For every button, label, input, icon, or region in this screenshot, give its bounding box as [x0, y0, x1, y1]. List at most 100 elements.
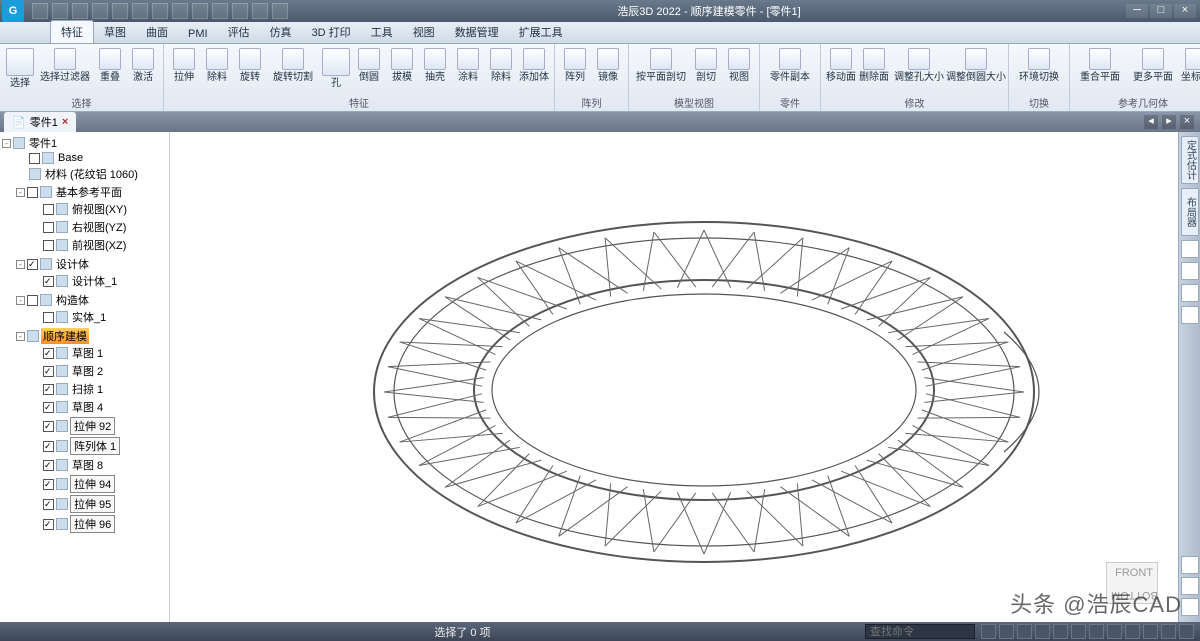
ribbon-button-孔[interactable]: 孔 — [320, 46, 352, 91]
tree-row[interactable]: -构造体 — [16, 292, 167, 308]
status-icon-1[interactable] — [981, 624, 996, 639]
tree-row[interactable]: 拉伸 92 — [30, 417, 167, 435]
tree-row[interactable]: 拉伸 95 — [30, 495, 167, 513]
checkbox[interactable] — [43, 312, 54, 323]
checkbox[interactable] — [43, 222, 54, 233]
checkbox[interactable] — [43, 421, 54, 432]
checkbox[interactable] — [27, 295, 38, 306]
tree-row[interactable]: -零件1 — [2, 135, 167, 151]
tree-row[interactable]: 右视图(YZ) — [30, 219, 167, 235]
checkbox[interactable] — [43, 519, 54, 530]
tree-row[interactable]: 前视图(XZ) — [30, 237, 167, 253]
expand-icon[interactable]: - — [16, 332, 25, 341]
ribbon-button-旋转切割[interactable]: 旋转切割 — [267, 46, 319, 85]
ribbon-button-旋转[interactable]: 旋转 — [234, 46, 266, 85]
status-icon-12[interactable] — [1179, 624, 1194, 639]
status-icon-5[interactable] — [1053, 624, 1068, 639]
checkbox[interactable] — [43, 499, 54, 510]
viewcube-front[interactable]: FRONT — [1115, 567, 1153, 579]
checkbox[interactable] — [27, 259, 38, 270]
qat-btn6-icon[interactable] — [132, 3, 148, 19]
maximize-button[interactable]: □ — [1150, 4, 1172, 18]
dock-lower-icon[interactable] — [1181, 577, 1199, 595]
checkbox[interactable] — [43, 366, 54, 377]
checkbox[interactable] — [43, 204, 54, 215]
checkbox[interactable] — [43, 276, 54, 287]
checkbox[interactable] — [43, 460, 54, 471]
tree-row[interactable]: 材料 (花纹铝 1060) — [16, 166, 167, 182]
tree-row[interactable]: -基本参考平面 — [16, 184, 167, 200]
tree-row[interactable]: 草图 8 — [30, 457, 167, 473]
doc-tool-right-icon[interactable]: ▸ — [1162, 115, 1176, 129]
expand-icon[interactable]: - — [16, 260, 25, 269]
dock-button-4[interactable] — [1181, 284, 1199, 302]
status-icon-3[interactable] — [1017, 624, 1032, 639]
app-logo-icon[interactable]: G — [2, 0, 24, 22]
tree-row[interactable]: 草图 4 — [30, 399, 167, 415]
expand-icon[interactable]: - — [2, 139, 11, 148]
dock-button-5[interactable] — [1181, 306, 1199, 324]
ribbon-button-镜像[interactable]: 镜像 — [592, 46, 624, 85]
qat-btn7-icon[interactable] — [152, 3, 168, 19]
checkbox[interactable] — [43, 348, 54, 359]
qat-undo-icon[interactable] — [52, 3, 68, 19]
qat-btn10-icon[interactable] — [212, 3, 228, 19]
ribbon-button-删除面[interactable]: 删除面 — [858, 46, 890, 85]
status-icon-4[interactable] — [1035, 624, 1050, 639]
ribbon-tab-仿真[interactable]: 仿真 — [260, 21, 302, 43]
ribbon-button-倒圆[interactable]: 倒圆 — [353, 46, 385, 85]
ribbon-button-选择过滤器[interactable]: 选择过滤器 — [37, 46, 93, 85]
doc-tool-left-icon[interactable]: ◂ — [1144, 115, 1158, 129]
status-icon-2[interactable] — [999, 624, 1014, 639]
qat-btn11-icon[interactable] — [232, 3, 248, 19]
qat-btn12-icon[interactable] — [252, 3, 268, 19]
qat-btn9-icon[interactable] — [192, 3, 208, 19]
ribbon-tab-评估[interactable]: 评估 — [218, 21, 260, 43]
tree-row[interactable]: Base — [16, 152, 167, 164]
dock-button-0[interactable]: 定式估计 — [1181, 136, 1199, 184]
ribbon-button-选择[interactable]: 选择 — [4, 46, 36, 91]
ribbon-button-拉伸[interactable]: 拉伸 — [168, 46, 200, 85]
qat-print-icon[interactable] — [92, 3, 108, 19]
ribbon-tab-数据管理[interactable]: 数据管理 — [445, 21, 509, 43]
ribbon-button-更多平面[interactable]: 更多平面 — [1127, 46, 1179, 85]
status-icon-9[interactable] — [1125, 624, 1140, 639]
close-button[interactable]: × — [1174, 4, 1196, 18]
ribbon-tab-草图[interactable]: 草图 — [94, 21, 136, 43]
ribbon-button-拔模[interactable]: 拔模 — [386, 46, 418, 85]
tree-row[interactable]: 草图 1 — [30, 345, 167, 361]
dock-button-2[interactable] — [1181, 240, 1199, 258]
ribbon-button-除料[interactable]: 除料 — [201, 46, 233, 85]
status-icon-6[interactable] — [1071, 624, 1086, 639]
ribbon-button-按平面剖切[interactable]: 按平面剖切 — [633, 46, 689, 85]
dock-button-3[interactable] — [1181, 262, 1199, 280]
status-icon-10[interactable] — [1143, 624, 1158, 639]
ribbon-tab-扩展工具[interactable]: 扩展工具 — [509, 21, 573, 43]
tree-row[interactable]: 设计体_1 — [30, 273, 167, 289]
qat-btn5-icon[interactable] — [112, 3, 128, 19]
ribbon-button-涂料[interactable]: 涂料 — [452, 46, 484, 85]
tree-row[interactable]: 草图 2 — [30, 363, 167, 379]
ribbon-button-重合平面[interactable]: 重合平面 — [1074, 46, 1126, 85]
ribbon-button-环境切换[interactable]: 环境切换 — [1013, 46, 1065, 85]
tree-row[interactable]: -顺序建模 — [16, 328, 167, 344]
qat-dropdown-icon[interactable] — [272, 3, 288, 19]
checkbox[interactable] — [43, 402, 54, 413]
status-icon-11[interactable] — [1161, 624, 1176, 639]
ribbon-tab-PMI[interactable]: PMI — [178, 25, 218, 43]
ribbon-button-阵列[interactable]: 阵列 — [559, 46, 591, 85]
qat-redo-icon[interactable] — [72, 3, 88, 19]
ribbon-button-移动面[interactable]: 移动面 — [825, 46, 857, 85]
status-icon-7[interactable] — [1089, 624, 1104, 639]
expand-icon[interactable]: - — [16, 188, 25, 197]
ribbon-tab-视图[interactable]: 视图 — [403, 21, 445, 43]
tree-row[interactable]: 实体_1 — [30, 309, 167, 325]
ribbon-button-视图[interactable]: 视图 — [723, 46, 755, 85]
checkbox[interactable] — [29, 153, 40, 164]
ribbon-button-调整孔大小[interactable]: 调整孔大小 — [891, 46, 947, 85]
ribbon-tab-曲面[interactable]: 曲面 — [136, 21, 178, 43]
ribbon-button-剖切[interactable]: 剖切 — [690, 46, 722, 85]
dock-button-1[interactable]: 布局器 — [1181, 188, 1199, 236]
ribbon-button-零件副本[interactable]: 零件副本 — [764, 46, 816, 85]
document-tab[interactable]: 📄 零件1 × — [4, 112, 76, 132]
